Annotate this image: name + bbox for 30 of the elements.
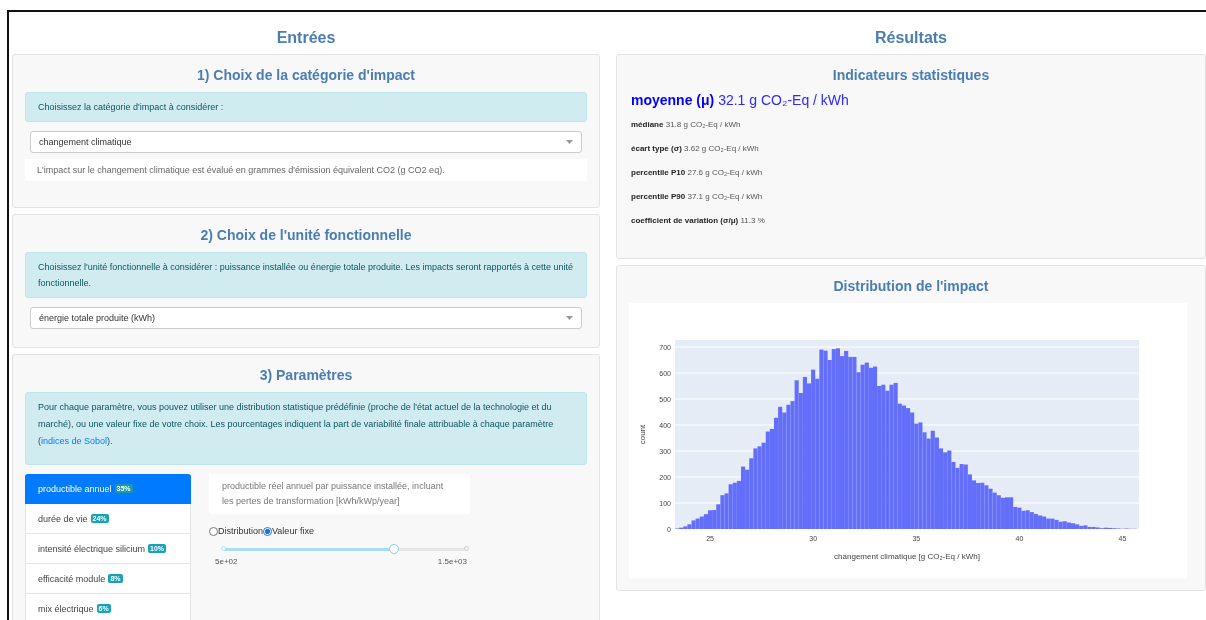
radio-label: Distribution: [218, 526, 264, 536]
stat-value: 11.3 %: [740, 216, 765, 225]
stat-label: percentile P10: [631, 168, 686, 177]
info-message: Pour chaque paramètre, vous pouvez utiliser une distribution statistique prédéfinie (proche de l'état actuel de la technologie et du marché), ou une valeur fixe de votre choix. Les pourcentages indiquent la part de variabilité finale attribuable à chaque paramètre (indices de Sobol).: [25, 392, 587, 465]
parameter-description: productible réel annuel par puissance installée, incluant les pertes de transformation [kWh/kWp/year]: [209, 474, 470, 514]
section-title: 2) Choix de l'unité fonctionnelle: [199, 227, 413, 243]
section-title: Indicateurs statistiques: [831, 67, 991, 83]
stat-label: moyenne (μ): [631, 92, 715, 108]
stat-value: 31.8 g CO₂-Eq / kWh: [665, 120, 741, 129]
stat-value: 3.62 g CO₂-Eq / kWh: [684, 144, 759, 153]
slider-max-label: 1.5e+03: [437, 557, 467, 566]
info-message: Choisissez la catégorie d'impact à considérer :: [25, 92, 587, 122]
section-title: 1) Choix de la catégorie d'impact: [195, 67, 417, 83]
stat-label: médiane: [631, 120, 664, 129]
section-title: 3) Paramètres: [258, 367, 354, 383]
stat-label: écart type (σ): [631, 144, 682, 153]
slider-min-label: 5e+02: [215, 557, 238, 566]
column-title: Entrées: [275, 28, 337, 48]
y-axis-title: count: [638, 424, 647, 445]
description-text: L'impact sur le changement climatique est évalué en grammes d'émission équivalent CO2 (g CO2 eq).: [25, 159, 587, 181]
stat-label: percentile P90: [631, 192, 686, 201]
column-title: Résultats: [874, 28, 948, 48]
stat-label: coefficient de variation (σ/μ): [631, 216, 739, 225]
section-title: Distribution de l'impact: [832, 278, 990, 294]
stat-value: 37.1 g CO₂-Eq / kWh: [687, 192, 763, 201]
x-axis-title: changement climatique [g CO₂-Eq / kWh]: [834, 552, 980, 561]
radio-label: Valeur fixe: [272, 526, 314, 536]
stat-value: 27.6 g CO₂-Eq / kWh: [687, 168, 763, 177]
stat-value: 32.1 g CO₂-Eq / kWh: [718, 92, 849, 108]
info-message: Choisissez l'unité fonctionnelle à considérer : puissance installée ou énergie totale produite. Les impacts seront rapportés à cette unité fonctionnelle.: [25, 252, 587, 298]
